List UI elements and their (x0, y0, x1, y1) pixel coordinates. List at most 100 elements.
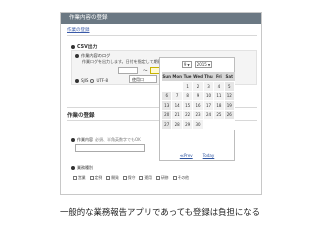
start-date-input[interactable] (118, 67, 138, 74)
weekday-header: Mon (171, 72, 183, 82)
calendar-day[interactable]: 26 (223, 109, 236, 120)
calendar-day[interactable]: 15 (181, 100, 194, 111)
checkbox-label: 営業 (78, 175, 86, 180)
task-note: 必須、半角英数字でもOK (95, 137, 141, 142)
checkbox-item[interactable]: 運用 (139, 175, 152, 181)
app-screenshot: 作業内容の登録 作業の登録 CSV出力 作業内容のログ 作業ログを出力します。日… (60, 12, 262, 195)
date-picker: 9 ▼ 2015 ▼ Sun Mon Tue Wed Thu Fri Sat 1234567… (159, 57, 236, 161)
checkbox[interactable] (73, 176, 77, 180)
weekday-header: Sat (224, 72, 235, 82)
calendar-day[interactable]: 14 (171, 100, 183, 111)
csv-title-text: CSV出力 (77, 45, 98, 50)
calendar-day[interactable]: 27 (160, 119, 173, 130)
encoding-label-utf8: UTF-8 (96, 78, 109, 83)
calendar-day[interactable]: 24 (202, 109, 215, 120)
calendar-day[interactable]: 6 (160, 90, 173, 101)
task-input[interactable] (75, 144, 145, 152)
today-link[interactable]: Today (203, 153, 215, 158)
checkbox[interactable] (155, 176, 160, 180)
calendar-day[interactable]: 10 (202, 90, 215, 101)
encoding-radio-sjis[interactable] (75, 78, 79, 83)
task-field-label: 作業内容 必須、半角英数字でもOK (71, 137, 141, 143)
bullet-icon (71, 44, 75, 49)
calendar-day[interactable]: 9 (192, 90, 204, 101)
calendar-empty-cell (160, 81, 173, 92)
calendar-grid: Sun Mon Tue Wed Thu Fri Sat 1 2 3 4 5 6 7 8 9 10 11 12 13 1… (160, 72, 236, 130)
calendar-empty-cell (171, 81, 183, 92)
category-checkboxes: 営業 定例 開発 保守 運用 研修 その他 (73, 175, 189, 181)
checkbox[interactable] (172, 176, 177, 180)
calendar-day[interactable]: 18 (213, 100, 225, 111)
calendar-day[interactable]: 4 (213, 81, 225, 92)
calendar-day[interactable]: 2 (192, 81, 204, 92)
chevron-down-icon: ▼ (187, 62, 190, 67)
calendar-day[interactable]: 16 (192, 100, 204, 111)
task-label-text: 作業内容 (77, 137, 93, 142)
checkbox-label: その他 (177, 175, 189, 180)
group-field-label: 業務種別 (71, 165, 93, 171)
calendar-week: 20 21 22 23 24 25 26 (160, 109, 236, 120)
calendar-day[interactable]: 17 (202, 100, 215, 111)
calendar-week: 27 28 29 30 (160, 119, 236, 130)
calendar-week: 12345 (160, 81, 236, 92)
prev-link[interactable]: ≪Prev (180, 153, 193, 158)
date-picker-footer: ≪Prev Today (160, 153, 234, 158)
calendar-day[interactable]: 13 (160, 100, 173, 111)
calendar-day[interactable]: 21 (171, 109, 183, 120)
calendar-day[interactable]: 11 (213, 90, 225, 101)
chevron-down-icon: ▼ (207, 62, 211, 67)
month-select[interactable]: 9 ▼ (181, 61, 192, 68)
calendar-day[interactable]: 5 (223, 81, 236, 92)
group-label-text: 業務種別 (77, 165, 93, 170)
log-option-radio[interactable] (75, 54, 79, 58)
checkbox-item[interactable]: その他 (172, 175, 189, 181)
encoding-options: SJIS UTF-8 (75, 78, 108, 83)
calendar-day[interactable]: 29 (181, 119, 194, 130)
calendar-day[interactable]: 30 (192, 119, 204, 130)
checkbox-item[interactable]: 研修 (155, 175, 169, 181)
calendar-day[interactable]: 22 (181, 109, 194, 120)
checkbox-label: 保守 (127, 175, 136, 180)
calendar-day[interactable]: 3 (202, 81, 215, 92)
weekday-header: Tue (182, 72, 193, 82)
checkbox-item[interactable]: 定例 (89, 175, 103, 181)
range-separator: 〜 (143, 69, 148, 74)
calendar-empty-cell (202, 119, 215, 130)
calendar-day[interactable]: 1 (181, 81, 194, 92)
checkbox-item[interactable]: 保守 (122, 175, 136, 181)
checkbox-item[interactable]: 開発 (106, 175, 119, 181)
bullet-icon (71, 166, 75, 170)
year-value: 2015 (196, 61, 207, 67)
checkbox[interactable] (89, 176, 94, 180)
year-select[interactable]: 2015 ▼ (194, 61, 213, 68)
checkbox-label: 研修 (160, 175, 169, 180)
calendar-day[interactable]: 25 (213, 109, 225, 120)
encoding-radio-utf8[interactable] (90, 78, 95, 83)
checkbox[interactable] (122, 176, 127, 180)
checkbox-item[interactable]: 営業 (73, 175, 86, 181)
calendar-day[interactable]: 23 (192, 109, 204, 120)
caption: 一般的な業務報告アプリであっても登録は負担になる (59, 207, 261, 217)
checkbox-label: 定例 (94, 175, 103, 180)
checkbox[interactable] (139, 176, 144, 180)
weekday-header: Fri (213, 72, 225, 82)
calendar-empty-cell (223, 119, 236, 130)
encoding-select[interactable]: 使用口 (129, 75, 157, 83)
weekday-header: Sun (161, 72, 172, 82)
calendar-day[interactable]: 19 (223, 100, 236, 111)
window-title-bar: 作業内容の登録 (61, 13, 261, 24)
weekday-header: Wed (192, 72, 204, 82)
breadcrumb-link[interactable]: 作業の登録 (67, 27, 90, 33)
checkbox[interactable] (106, 176, 111, 180)
calendar-day[interactable]: 28 (171, 119, 183, 130)
calendar-day[interactable]: 7 (171, 90, 183, 101)
bullet-icon (71, 138, 75, 142)
month-value: 9 (183, 61, 187, 67)
task-section-heading: 作業の登録 (67, 113, 95, 119)
date-picker-header: 9 ▼ 2015 ▼ (160, 58, 234, 71)
calendar-day[interactable]: 8 (181, 90, 194, 101)
calendar-day[interactable]: 20 (160, 109, 173, 120)
checkbox-label: 運用 (144, 175, 152, 180)
calendar-day[interactable]: 12 (223, 90, 236, 101)
divider (67, 35, 257, 36)
